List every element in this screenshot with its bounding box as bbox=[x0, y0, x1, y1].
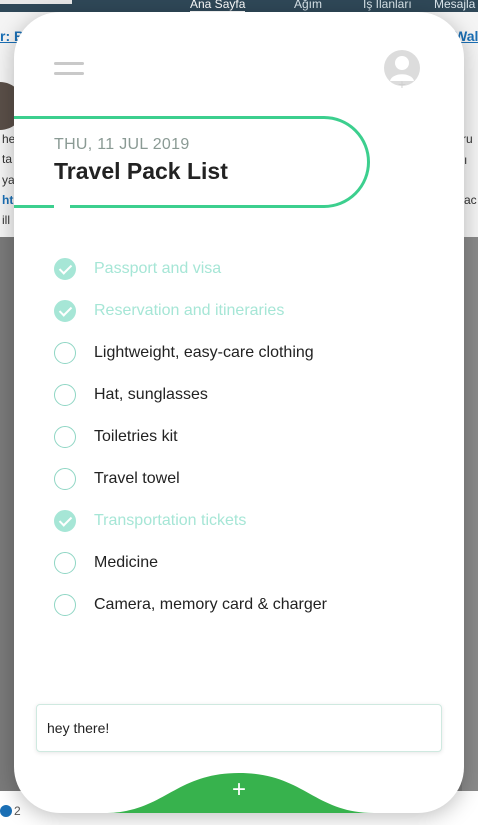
task-label: Medicine bbox=[94, 554, 159, 571]
hamburger-icon[interactable] bbox=[54, 62, 84, 78]
task-item[interactable]: Reservation and itineraries bbox=[54, 290, 434, 332]
background-side-panel bbox=[462, 237, 478, 791]
background-text-fragment: ill bbox=[2, 213, 10, 227]
checked-circle-icon[interactable] bbox=[54, 258, 76, 280]
background-text-fragment: ı bbox=[464, 153, 468, 167]
task-item[interactable]: Camera, memory card & charger bbox=[54, 584, 434, 626]
background-text-fragment: ya bbox=[2, 173, 15, 187]
hamburger-line bbox=[54, 72, 84, 75]
unchecked-circle-icon[interactable] bbox=[54, 426, 76, 448]
background-tab-messages[interactable]: Mesajla bbox=[434, 0, 475, 11]
hamburger-line bbox=[54, 62, 84, 65]
svg-text:+: + bbox=[397, 78, 406, 88]
header-notch bbox=[54, 202, 70, 210]
task-label: Travel towel bbox=[94, 470, 180, 487]
like-icon bbox=[0, 805, 12, 817]
unchecked-circle-icon[interactable] bbox=[54, 342, 76, 364]
task-label: Passport and visa bbox=[94, 260, 222, 277]
plus-icon: + bbox=[231, 776, 246, 803]
background-logo bbox=[0, 0, 72, 4]
checked-circle-icon[interactable] bbox=[54, 510, 76, 532]
checked-circle-icon[interactable] bbox=[54, 300, 76, 322]
task-label: Reservation and itineraries bbox=[94, 302, 285, 319]
background-top-bar: Ana Sayfa Ağım İş İlanları Mesajla bbox=[0, 0, 478, 13]
task-item[interactable]: Lightweight, easy-care clothing bbox=[54, 332, 434, 374]
unchecked-circle-icon[interactable] bbox=[54, 384, 76, 406]
add-task-button[interactable]: + bbox=[104, 770, 374, 813]
new-task-input[interactable] bbox=[36, 704, 442, 752]
todo-phone-card: + THU, 11 JUL 2019 Travel Pack List Pass… bbox=[14, 12, 464, 813]
task-list: Passport and visa Reservation and itinera… bbox=[54, 248, 434, 626]
task-item[interactable]: Medicine bbox=[54, 542, 434, 584]
task-item[interactable]: Hat, sunglasses bbox=[54, 374, 434, 416]
task-item[interactable]: Passport and visa bbox=[54, 248, 434, 290]
task-label: Toiletries kit bbox=[94, 428, 178, 445]
task-item[interactable]: Travel towel bbox=[54, 458, 434, 500]
task-label: Lightweight, easy-care clothing bbox=[94, 344, 314, 361]
unchecked-circle-icon[interactable] bbox=[54, 468, 76, 490]
background-tab-network[interactable]: Ağım bbox=[294, 0, 322, 11]
reaction-count: 2 bbox=[14, 804, 21, 818]
list-date: THU, 11 JUL 2019 bbox=[54, 136, 190, 153]
task-item[interactable]: Transportation tickets bbox=[54, 500, 434, 542]
task-label: Camera, memory card & charger bbox=[94, 596, 327, 613]
list-title: Travel Pack List bbox=[54, 158, 228, 184]
background-text-fragment: ac bbox=[464, 193, 477, 207]
background-text-fragment: ta bbox=[2, 152, 13, 166]
task-label: Transportation tickets bbox=[94, 512, 247, 529]
task-label: Hat, sunglasses bbox=[94, 386, 208, 403]
user-avatar-graphic: + bbox=[384, 50, 420, 91]
background-text-fragment[interactable]: ht bbox=[2, 193, 13, 207]
unchecked-circle-icon[interactable] bbox=[54, 594, 76, 616]
user-avatar-icon[interactable]: + bbox=[382, 48, 422, 91]
task-item[interactable]: Toiletries kit bbox=[54, 416, 434, 458]
unchecked-circle-icon[interactable] bbox=[54, 552, 76, 574]
background-tab-jobs[interactable]: İş İlanları bbox=[363, 0, 412, 11]
